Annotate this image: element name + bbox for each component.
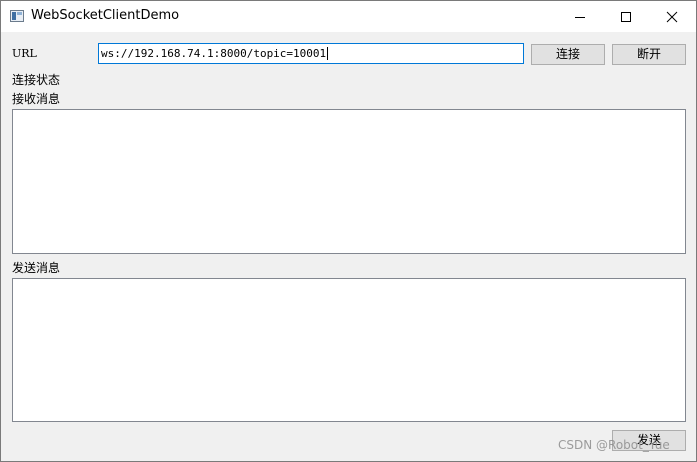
- maximize-button[interactable]: [603, 1, 649, 32]
- watermark: CSDN @Robot_Yue: [558, 438, 670, 452]
- url-input-value: ws://192.168.74.1:8000/topic=10001: [101, 47, 327, 60]
- title-bar[interactable]: WebSocketClientDemo: [1, 1, 696, 32]
- url-input[interactable]: ws://192.168.74.1:8000/topic=10001: [98, 43, 524, 64]
- url-label: URL: [12, 47, 37, 60]
- connect-button[interactable]: 连接: [531, 44, 605, 65]
- close-icon: [666, 11, 678, 23]
- minimize-button[interactable]: [557, 1, 603, 32]
- receive-messages-label: 接收消息: [12, 92, 61, 106]
- text-caret: [327, 47, 329, 60]
- minimize-icon: [575, 17, 585, 18]
- app-icon: [10, 10, 24, 22]
- connection-status-label: 连接状态: [12, 73, 61, 87]
- receive-messages-textarea[interactable]: [12, 109, 686, 254]
- disconnect-button[interactable]: 断开: [612, 44, 686, 65]
- window-title: WebSocketClientDemo: [31, 8, 180, 23]
- maximize-icon: [621, 12, 631, 22]
- close-button[interactable]: [649, 1, 695, 32]
- main-window: WebSocketClientDemo URL ws://192.168.74.…: [0, 0, 697, 462]
- send-messages-label: 发送消息: [12, 261, 61, 275]
- send-messages-textarea[interactable]: [12, 278, 686, 422]
